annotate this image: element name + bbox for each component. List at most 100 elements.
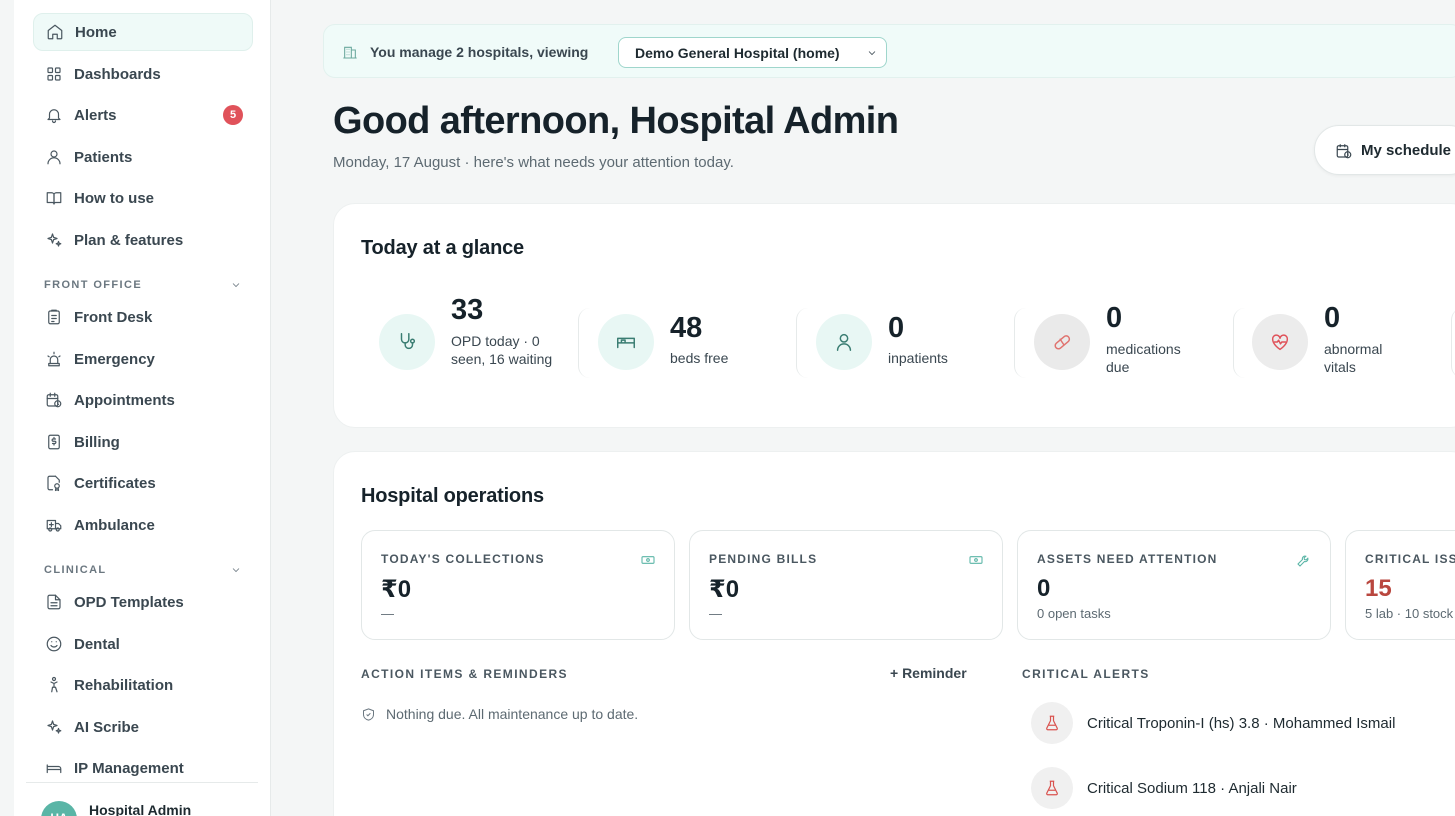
my-schedule-button[interactable]: My schedule [1314, 125, 1455, 175]
home-icon [45, 22, 65, 42]
metric-value: ₹0 [381, 576, 412, 603]
avatar: HA [41, 801, 77, 816]
grid-icon [44, 64, 64, 84]
stat-opd-today[interactable]: 33 OPD today · 0 seen, 16 waiting [379, 294, 559, 382]
section-label: CLINICAL [44, 564, 107, 576]
stat-beds-free[interactable]: 48 beds free [598, 302, 778, 382]
smile-icon [44, 634, 64, 654]
metric-value: ₹0 [709, 576, 740, 603]
sidebar-item-front-desk[interactable]: Front Desk [33, 298, 253, 336]
metric-value: 15 [1365, 575, 1392, 602]
action-items-heading: ACTION ITEMS & REMINDERS [361, 667, 568, 681]
action-items-empty: Nothing due. All maintenance up to date. [361, 706, 638, 722]
sidebar-item-label: IP Management [74, 759, 184, 777]
pill-icon [1034, 314, 1090, 370]
hospital-select[interactable]: Demo General Hospital (home) [618, 37, 887, 68]
sidebar-item-ambulance[interactable]: Ambulance [33, 506, 253, 544]
pending-bills-card[interactable]: PENDING BILLS ₹0 — [689, 530, 1003, 640]
sidebar: Home Dashboards Alerts 5 Patients How to… [14, 0, 271, 816]
sidebar-item-certificates[interactable]: Certificates [33, 464, 253, 502]
section-front-office[interactable]: FRONT OFFICE [44, 279, 242, 291]
banner-text: You manage 2 hospitals, viewing [370, 44, 589, 60]
metric-header: PENDING BILLS [709, 552, 818, 566]
critical-alert-item[interactable]: Critical Sodium 118 · Anjali Nair [1031, 767, 1297, 809]
stat-value: 0 [1106, 302, 1123, 334]
sidebar-item-opd-templates[interactable]: OPD Templates [33, 583, 253, 621]
add-reminder-button[interactable]: + Reminder [890, 665, 967, 681]
sidebar-item-appointments[interactable]: Appointments [33, 381, 253, 419]
sidebar-item-label: Front Desk [74, 308, 153, 326]
user-icon [816, 314, 872, 370]
my-schedule-label: My schedule [1361, 142, 1452, 159]
critical-issues-card[interactable]: CRITICAL ISS 15 5 lab · 10 stock [1345, 530, 1455, 640]
chevron-down-icon [232, 283, 240, 288]
sidebar-item-ai-scribe[interactable]: AI Scribe [33, 708, 253, 746]
stat-value: 0 [888, 312, 905, 344]
user-icon [44, 147, 64, 167]
card-title: Hospital operations [361, 485, 544, 507]
sidebar-item-label: Alerts [74, 106, 117, 124]
accessibility-icon [44, 675, 64, 695]
sidebar-item-rehabilitation[interactable]: Rehabilitation [33, 666, 253, 704]
todays-collections-card[interactable]: TODAY'S COLLECTIONS ₹0 — [361, 530, 675, 640]
stethoscope-icon [379, 314, 435, 370]
bed-icon [598, 314, 654, 370]
building-icon [342, 44, 358, 60]
sidebar-item-label: Dental [74, 635, 120, 653]
sparkles-icon [44, 717, 64, 737]
metric-value: 0 [1037, 575, 1051, 602]
calendar-clock-icon [44, 390, 64, 410]
section-label: FRONT OFFICE [44, 279, 143, 291]
stat-divider [1014, 308, 1026, 378]
metric-sub: — [709, 606, 722, 621]
stat-divider [1451, 308, 1455, 378]
multi-hospital-banner: You manage 2 hospitals, viewing Demo Gen… [323, 24, 1455, 78]
sidebar-item-label: Emergency [74, 350, 155, 368]
section-clinical[interactable]: CLINICAL [44, 564, 242, 576]
sidebar-item-dental[interactable]: Dental [33, 625, 253, 663]
stat-divider [796, 308, 808, 378]
empty-text: Nothing due. All maintenance up to date. [386, 706, 639, 722]
sidebar-item-label: How to use [74, 189, 155, 207]
card-title: Today at a glance [361, 237, 524, 259]
assets-need-attention-card[interactable]: ASSETS NEED ATTENTION 0 0 open tasks [1017, 530, 1331, 640]
sidebar-item-label: AI Scribe [74, 718, 140, 736]
sidebar-item-label: Patients [74, 148, 133, 166]
sidebar-item-patients[interactable]: Patients [33, 138, 253, 176]
metric-sub: 0 open tasks [1037, 606, 1111, 621]
hospital-operations-card: Hospital operations TODAY'S COLLECTIONS … [333, 451, 1455, 816]
stat-label: abnormal vitals [1324, 341, 1383, 375]
sidebar-item-plan-features[interactable]: Plan & features [33, 221, 253, 259]
clipboard-icon [44, 307, 64, 327]
cash-icon [968, 552, 984, 568]
sidebar-item-label: Rehabilitation [74, 676, 174, 694]
sidebar-item-label: Dashboards [74, 65, 161, 83]
shield-check-icon [363, 707, 374, 721]
sidebar-item-alerts[interactable]: Alerts 5 [33, 96, 253, 134]
user-profile[interactable]: HA Hospital Admin [26, 782, 258, 816]
sidebar-item-emergency[interactable]: Emergency [33, 340, 253, 378]
stat-abnormal-vitals[interactable]: 0 abnormal vitals [1252, 302, 1432, 382]
page-subtitle: Monday, 17 August · here's what needs yo… [333, 154, 734, 171]
hospital-select-value: Demo General Hospital (home) [635, 45, 840, 61]
critical-alert-item[interactable]: Critical Troponin-I (hs) 3.8 · Mohammed … [1031, 702, 1395, 744]
stat-value: 0 [1324, 302, 1341, 334]
stat-value: 48 [670, 312, 703, 344]
flask-icon [1031, 702, 1073, 744]
document-icon [44, 592, 64, 612]
sidebar-item-home[interactable]: Home [33, 13, 253, 51]
chevron-down-icon [232, 568, 240, 573]
sidebar-item-dashboards[interactable]: Dashboards [33, 55, 253, 93]
stat-label: inpatients [888, 350, 948, 366]
sidebar-item-how-to-use[interactable]: How to use [33, 179, 253, 217]
sidebar-item-label: Ambulance [74, 516, 155, 534]
flask-icon [1031, 767, 1073, 809]
sidebar-item-billing[interactable]: Billing [33, 423, 253, 461]
stat-value: 33 [451, 294, 484, 326]
page-title: Good afternoon, Hospital Admin [333, 100, 899, 142]
chevron-down-icon [868, 51, 876, 56]
critical-alert-text: Critical Sodium 118 · Anjali Nair [1087, 779, 1297, 797]
stat-inpatients[interactable]: 0 inpatients [816, 302, 996, 382]
stat-medications-due[interactable]: 0 medications due [1034, 302, 1214, 382]
sparkles-icon [44, 230, 64, 250]
